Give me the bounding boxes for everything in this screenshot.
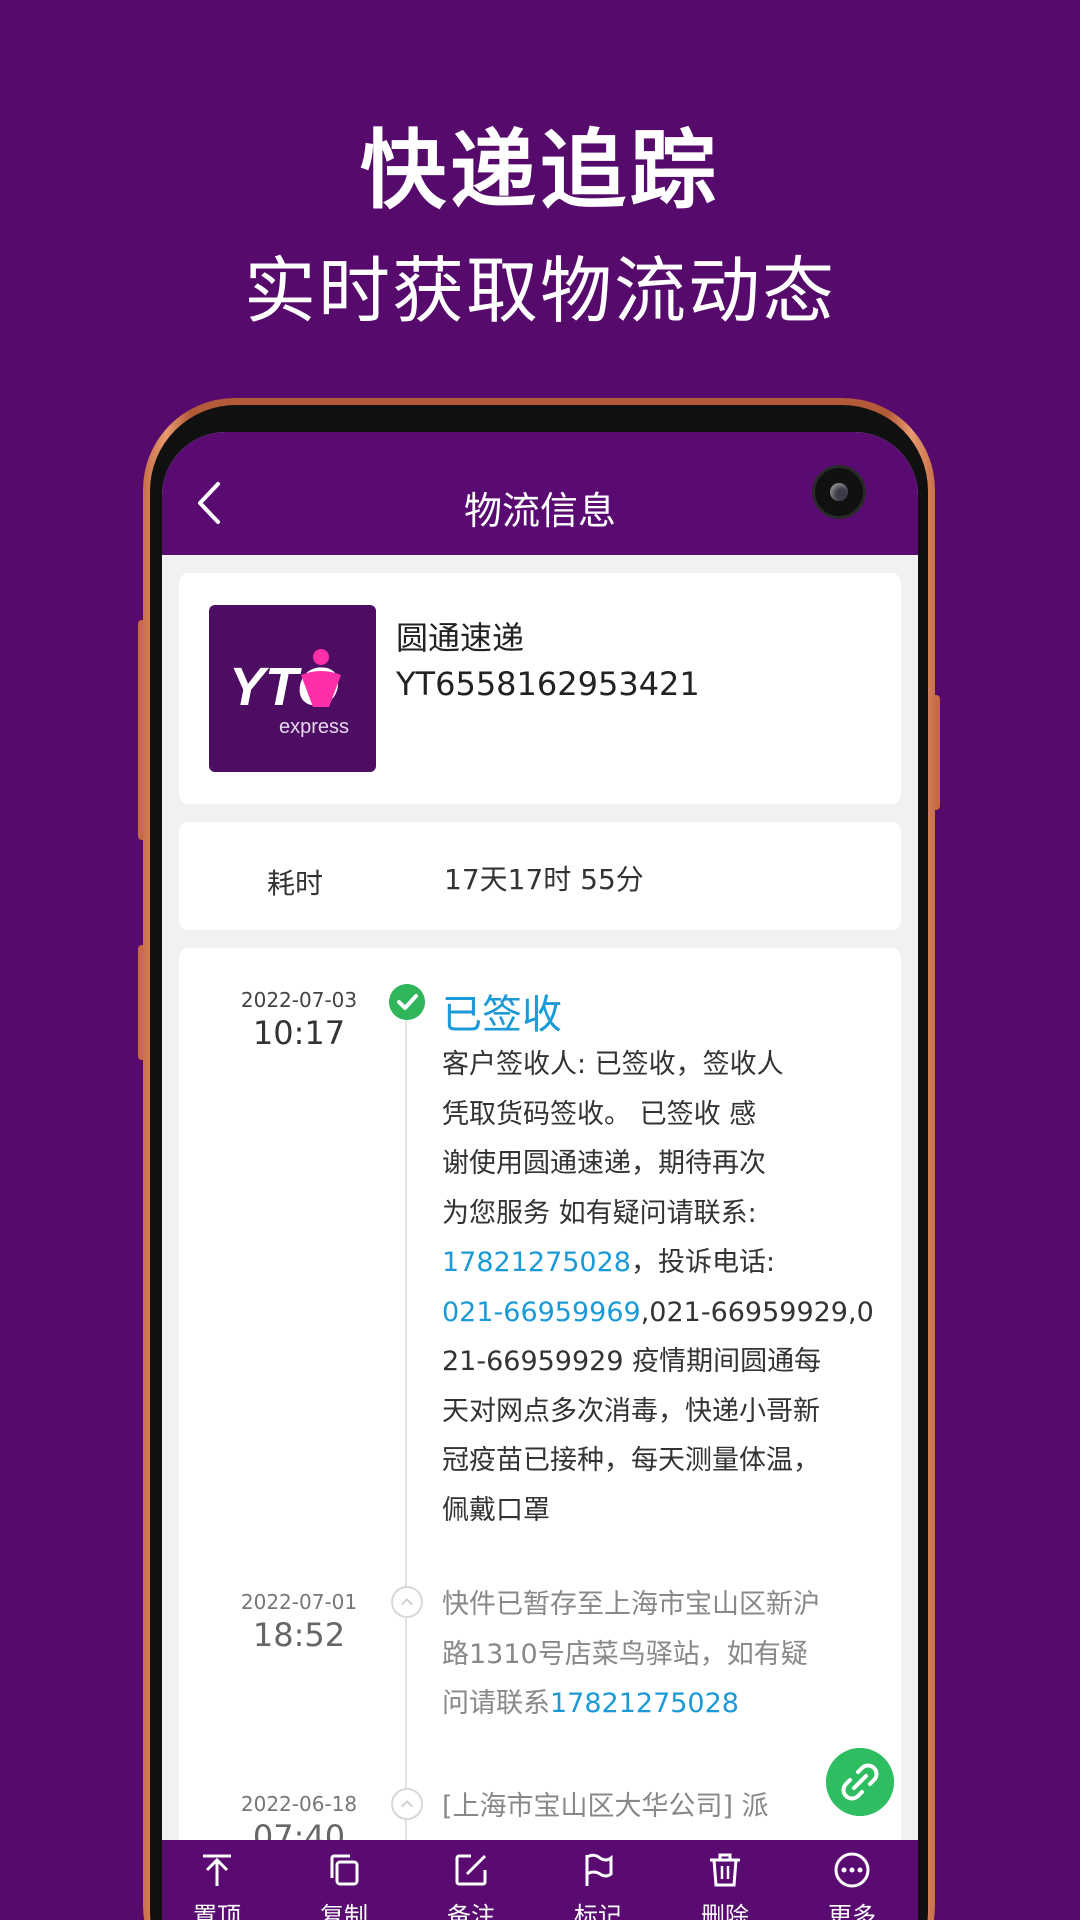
toolbar-label: 删除 bbox=[701, 1902, 749, 1920]
toolbar-label: 置顶 bbox=[193, 1902, 241, 1920]
flag-button[interactable]: 标记 bbox=[543, 1840, 653, 1920]
more-icon bbox=[834, 1852, 870, 1888]
timeline-text-line: 天对网点多次消毒，快递小哥新 bbox=[442, 1395, 820, 1427]
check-circle-icon bbox=[389, 984, 425, 1020]
timeline-text-line: 17821275028，投诉电话: bbox=[442, 1238, 882, 1288]
more-phones: ,021-66959929,0 bbox=[640, 1296, 874, 1328]
chevron-up-icon bbox=[391, 1788, 423, 1820]
timeline-text-line: 谢使用圆通速递，期待再次 bbox=[442, 1148, 766, 1179]
note-button[interactable]: 备注 bbox=[416, 1840, 526, 1920]
phone-link[interactable]: 17821275028 bbox=[442, 1247, 631, 1278]
copy-icon bbox=[330, 1854, 359, 1886]
tracking-timeline: 2022-07-03 10:17 已签收 客户签收人: 已签收，签收人 凭取货码… bbox=[179, 948, 901, 1920]
duration-label: 耗时 bbox=[267, 867, 324, 900]
phone-link[interactable]: 021-66959969 bbox=[442, 1297, 641, 1328]
status-badge: 已签收 bbox=[442, 992, 562, 1038]
timeline-date: 2022-07-03 bbox=[240, 988, 358, 1012]
timeline-date: 2022-07-01 bbox=[240, 1590, 358, 1614]
courier-logo: YTO express bbox=[209, 605, 376, 772]
pin-top-button[interactable]: 置顶 bbox=[162, 1840, 272, 1920]
timeline-line bbox=[405, 1018, 407, 1920]
timeline-text-line: 凭取货码签收。 已签收 感 bbox=[442, 1098, 757, 1130]
timeline-time: 10:17 bbox=[252, 1014, 346, 1052]
timeline-text-line: 为您服务 如有疑问请联系: bbox=[442, 1197, 757, 1229]
chevron-up-icon bbox=[391, 1586, 423, 1618]
timeline-text-line: 路1310号店菜鸟驿站，如有疑 bbox=[442, 1638, 808, 1670]
toolbar-label: 更多 bbox=[828, 1902, 876, 1920]
more-button[interactable]: 更多 bbox=[797, 1840, 907, 1920]
trash-icon bbox=[710, 1853, 740, 1887]
toolbar-label: 复制 bbox=[320, 1902, 368, 1920]
complaint-label: ，投诉电话: bbox=[630, 1247, 776, 1278]
timeline-date: 2022-06-18 bbox=[240, 1792, 358, 1816]
yto-logo-icon: YTO express bbox=[229, 649, 349, 738]
page-title: 物流信息 bbox=[463, 489, 616, 533]
flag-icon bbox=[585, 1853, 613, 1886]
timeline-text: 客户签收人: 已签收，签收人 凭取货码签收。 已签收 感 谢使用圆通速递，期待再… bbox=[442, 1040, 882, 1535]
timeline-text-line: 21-66959929 疫情期间圆通每 bbox=[442, 1346, 822, 1377]
edit-icon bbox=[455, 1854, 487, 1886]
phone-link[interactable]: 17821275028 bbox=[550, 1688, 739, 1719]
duration-card: 耗时 17天17时 55分 bbox=[179, 822, 901, 930]
contact-prefix: 问请联系 bbox=[442, 1688, 550, 1719]
timeline-text-line: 021-66959969,021-66959929,0 bbox=[442, 1288, 882, 1338]
delete-button[interactable]: 删除 bbox=[670, 1840, 780, 1920]
timeline-text-line: 客户签收人: 已签收，签收人 bbox=[442, 1049, 784, 1080]
link-icon[interactable] bbox=[826, 1748, 894, 1816]
front-camera bbox=[812, 465, 866, 519]
copy-button[interactable]: 复制 bbox=[289, 1840, 399, 1920]
timeline-text-line: 佩戴口罩 bbox=[442, 1494, 550, 1526]
duration-value: 17天17时 55分 bbox=[444, 863, 644, 896]
top-app-bar: 物流信息 bbox=[162, 432, 918, 555]
promo-subline: 实时获取物流动态 bbox=[243, 249, 836, 333]
timeline-text: [上海市宝山区大华公司] 派 bbox=[442, 1782, 882, 1832]
tracking-number: YT6558162953421 bbox=[396, 665, 700, 703]
timeline-text-line: [上海市宝山区大华公司] 派 bbox=[442, 1791, 769, 1822]
phone-screen: 物流信息 YTO express 圆通速递 YT6558162953421 耗时… bbox=[162, 432, 918, 1920]
timeline-text: 快件已暂存至上海市宝山区新沪 路1310号店菜鸟驿站，如有疑 问请联系17821… bbox=[442, 1580, 882, 1729]
toolbar-label: 备注 bbox=[447, 1902, 495, 1920]
timeline-text-line: 冠疫苗已接种，每天测量体温， bbox=[442, 1445, 820, 1476]
promo-headline: 快递追踪 bbox=[360, 121, 720, 221]
timeline-text-line: 问请联系17821275028 bbox=[442, 1679, 882, 1729]
timeline-time: 18:52 bbox=[252, 1616, 346, 1654]
logo-subtext: express bbox=[279, 716, 349, 738]
courier-card[interactable]: YTO express 圆通速递 YT6558162953421 bbox=[179, 573, 901, 804]
toolbar-label: 标记 bbox=[574, 1902, 622, 1920]
pin-top-icon bbox=[203, 1854, 231, 1886]
bottom-toolbar: 置顶 复制 备注 标记 删除 更多 bbox=[162, 1840, 918, 1920]
courier-name: 圆通速递 bbox=[396, 619, 525, 657]
timeline-text-line: 快件已暂存至上海市宝山区新沪 bbox=[442, 1589, 820, 1620]
